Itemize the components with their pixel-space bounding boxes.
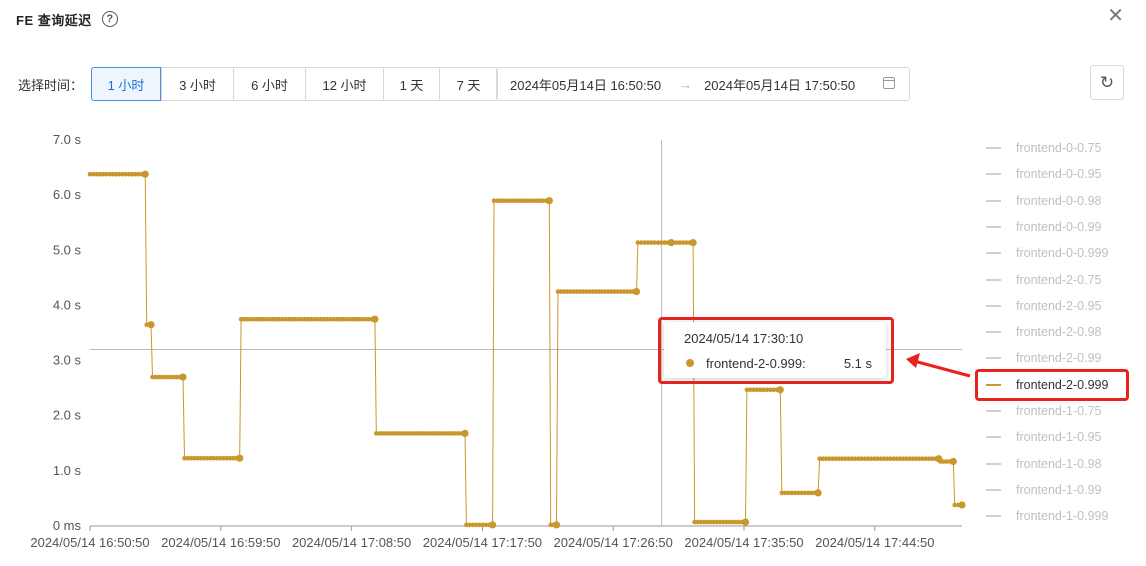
annotation-arrow — [906, 353, 971, 378]
annotation-arrow-head — [906, 353, 920, 368]
annotation-arrow-line — [913, 359, 971, 378]
